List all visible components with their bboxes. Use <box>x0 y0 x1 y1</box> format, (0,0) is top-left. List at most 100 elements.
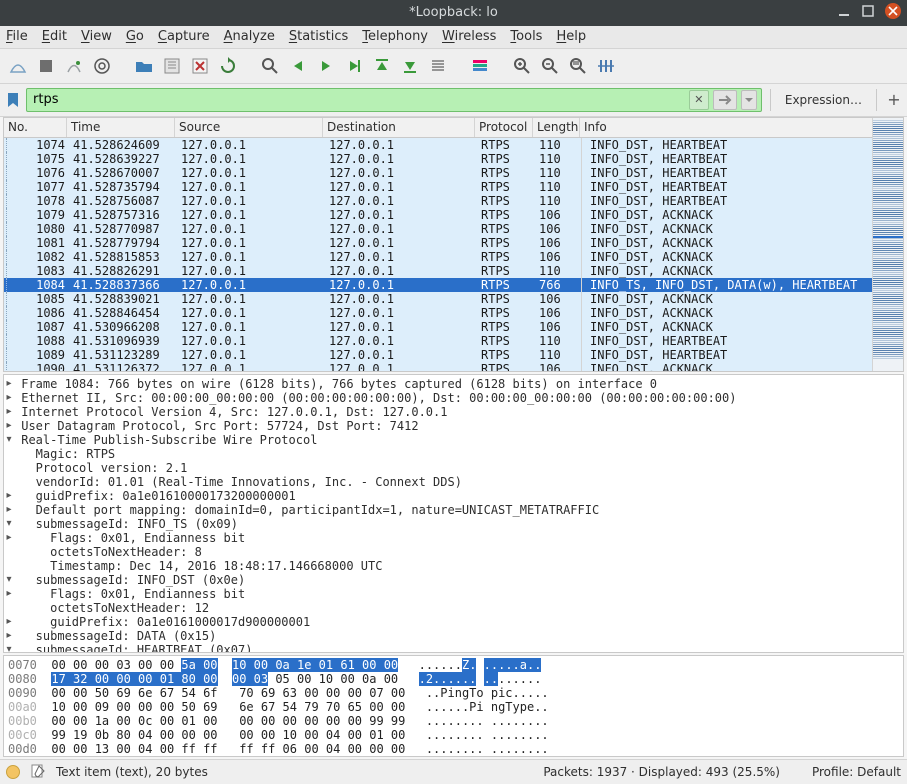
detail-row[interactable]: ▾ submessageId: INFO_DST (0x0e) <box>4 573 903 587</box>
detail-row[interactable]: ▸ Ethernet II, Src: 00:00:00_00:00:00 (0… <box>4 391 903 405</box>
hex-row[interactable]: 0080 17 32 00 00 00 01 80 00 00 03 05 00… <box>8 672 899 686</box>
packet-list-rows[interactable]: 107441.528624609127.0.0.1127.0.0.1RTPS11… <box>4 138 872 371</box>
packet-row[interactable]: 108341.528826291127.0.0.1127.0.0.1RTPS11… <box>4 264 872 278</box>
tree-toggle-icon[interactable]: ▾ <box>4 433 14 447</box>
col-header-source[interactable]: Source <box>175 118 323 137</box>
detail-row[interactable]: ▸ User Datagram Protocol, Src Port: 5772… <box>4 419 903 433</box>
tree-toggle-icon[interactable]: ▸ <box>4 489 14 503</box>
maximize-button[interactable] <box>861 4 875 18</box>
packet-row[interactable]: 108041.528770987127.0.0.1127.0.0.1RTPS10… <box>4 222 872 236</box>
menu-capture[interactable]: Capture <box>158 29 210 44</box>
packet-row[interactable]: 108141.528779794127.0.0.1127.0.0.1RTPS10… <box>4 236 872 250</box>
menu-edit[interactable]: Edit <box>42 29 67 44</box>
detail-row[interactable]: ▸ Default port mapping: domainId=0, part… <box>4 503 903 517</box>
menu-help[interactable]: Help <box>556 29 586 44</box>
detail-row[interactable]: ▸ Flags: 0x01, Endianness bit <box>4 587 903 601</box>
menu-file[interactable]: File <box>6 29 28 44</box>
reload-file-button[interactable] <box>216 54 240 78</box>
go-back-button[interactable] <box>286 54 310 78</box>
hex-row[interactable]: 0090 00 00 50 69 6e 67 54 6f 70 69 63 00… <box>8 686 899 700</box>
packet-details-pane[interactable]: ▸ Frame 1084: 766 bytes on wire (6128 bi… <box>3 374 904 653</box>
tree-toggle-icon[interactable]: ▸ <box>4 391 14 405</box>
detail-row[interactable]: ▾ submessageId: INFO_TS (0x09) <box>4 517 903 531</box>
tree-toggle-icon[interactable]: ▸ <box>4 405 14 419</box>
hex-row[interactable]: 00b0 00 00 1a 00 0c 00 01 00 00 00 00 00… <box>8 714 899 728</box>
detail-row[interactable]: ▸ guidPrefix: 0a1e0161000017d900000001 <box>4 615 903 629</box>
tree-toggle-icon[interactable]: ▸ <box>4 587 14 601</box>
go-to-last-button[interactable] <box>398 54 422 78</box>
close-file-button[interactable] <box>188 54 212 78</box>
menu-wireless[interactable]: Wireless <box>442 29 496 44</box>
menu-go[interactable]: Go <box>126 29 144 44</box>
shark-fin-icon[interactable] <box>6 54 30 78</box>
packet-row[interactable]: 108441.528837366127.0.0.1127.0.0.1RTPS76… <box>4 278 872 292</box>
packet-row[interactable]: 107641.528670007127.0.0.1127.0.0.1RTPS11… <box>4 166 872 180</box>
detail-row[interactable]: ▾ Real-Time Publish-Subscribe Wire Proto… <box>4 433 903 447</box>
save-file-button[interactable] <box>160 54 184 78</box>
packet-row[interactable]: 108541.528839021127.0.0.1127.0.0.1RTPS10… <box>4 292 872 306</box>
expert-info-icon[interactable] <box>6 765 20 779</box>
tree-toggle-icon[interactable]: ▸ <box>4 503 14 517</box>
detail-row[interactable]: ▸ Frame 1084: 766 bytes on wire (6128 bi… <box>4 377 903 391</box>
hex-row[interactable]: 00a0 10 00 09 00 00 00 50 69 6e 67 54 79… <box>8 700 899 714</box>
menu-statistics[interactable]: Statistics <box>289 29 348 44</box>
auto-scroll-button[interactable] <box>426 54 450 78</box>
col-header-info[interactable]: Info <box>580 118 872 137</box>
zoom-out-button[interactable] <box>538 54 562 78</box>
detail-row[interactable]: Timestamp: Dec 14, 2016 18:48:17.1466680… <box>4 559 903 573</box>
restart-capture-button[interactable] <box>62 54 86 78</box>
packet-list-minimap[interactable] <box>872 118 903 371</box>
menu-view[interactable]: View <box>81 29 112 44</box>
filter-dropdown-button[interactable] <box>741 90 757 110</box>
tree-toggle-icon[interactable]: ▾ <box>4 573 14 587</box>
tree-toggle-icon[interactable]: ▸ <box>4 629 14 643</box>
close-button[interactable] <box>885 3 901 19</box>
packet-row[interactable]: 108641.528846454127.0.0.1127.0.0.1RTPS10… <box>4 306 872 320</box>
go-to-packet-button[interactable] <box>342 54 366 78</box>
go-to-first-button[interactable] <box>370 54 394 78</box>
profile-label[interactable]: Profile: Default <box>812 765 901 779</box>
detail-row[interactable]: Protocol version: 2.1 <box>4 461 903 475</box>
col-header-protocol[interactable]: Protocol <box>475 118 533 137</box>
packet-row[interactable]: 108241.528815853127.0.0.1127.0.0.1RTPS10… <box>4 250 872 264</box>
capture-options-button[interactable] <box>90 54 114 78</box>
minimize-button[interactable] <box>837 4 851 18</box>
add-filter-button[interactable]: + <box>885 90 903 109</box>
tree-toggle-icon[interactable]: ▸ <box>4 531 14 545</box>
menu-tools[interactable]: Tools <box>510 29 542 44</box>
tree-toggle-icon[interactable]: ▸ <box>4 377 14 391</box>
packet-row[interactable]: 107841.528756087127.0.0.1127.0.0.1RTPS11… <box>4 194 872 208</box>
edit-capture-comment-icon[interactable] <box>30 763 46 782</box>
col-header-time[interactable]: Time <box>67 118 175 137</box>
packet-row[interactable]: 107541.528639227127.0.0.1127.0.0.1RTPS11… <box>4 152 872 166</box>
detail-row[interactable]: octetsToNextHeader: 12 <box>4 601 903 615</box>
packet-row[interactable]: 107441.528624609127.0.0.1127.0.0.1RTPS11… <box>4 138 872 152</box>
tree-toggle-icon[interactable]: ▾ <box>4 517 14 531</box>
packet-row[interactable]: 108741.530966208127.0.0.1127.0.0.1RTPS10… <box>4 320 872 334</box>
hex-row[interactable]: 0070 00 00 00 03 00 00 5a 00 10 00 0a 1e… <box>8 658 899 672</box>
hex-row[interactable]: 00c0 99 19 0b 80 04 00 00 00 00 00 10 00… <box>8 728 899 742</box>
colorize-button[interactable] <box>468 54 492 78</box>
packet-row[interactable]: 107741.528735794127.0.0.1127.0.0.1RTPS11… <box>4 180 872 194</box>
tree-toggle-icon[interactable]: ▸ <box>4 419 14 433</box>
detail-row[interactable]: Magic: RTPS <box>4 447 903 461</box>
packet-row[interactable]: 109041.531126372127.0.0.1127.0.0.1RTPS10… <box>4 362 872 371</box>
open-file-button[interactable] <box>132 54 156 78</box>
detail-row[interactable]: ▸ guidPrefix: 0a1e01610000173200000001 <box>4 489 903 503</box>
col-header-no[interactable]: No. <box>4 118 67 137</box>
tree-toggle-icon[interactable]: ▾ <box>4 643 14 653</box>
detail-row[interactable]: ▸ Flags: 0x01, Endianness bit <box>4 531 903 545</box>
bookmark-filter-icon[interactable] <box>4 91 22 109</box>
detail-row[interactable]: ▸ submessageId: DATA (0x15) <box>4 629 903 643</box>
packet-row[interactable]: 108841.531096939127.0.0.1127.0.0.1RTPS11… <box>4 334 872 348</box>
display-filter-input[interactable] <box>31 91 685 108</box>
zoom-reset-button[interactable] <box>566 54 590 78</box>
resize-columns-button[interactable] <box>594 54 618 78</box>
detail-row[interactable]: vendorId: 01.01 (Real-Time Innovations, … <box>4 475 903 489</box>
packet-bytes-pane[interactable]: 0070 00 00 00 03 00 00 5a 00 10 00 0a 1e… <box>3 655 904 757</box>
apply-filter-button[interactable] <box>713 90 737 110</box>
tree-toggle-icon[interactable]: ▸ <box>4 615 14 629</box>
expression-button[interactable]: Expression… <box>779 93 868 107</box>
menu-telephony[interactable]: Telephony <box>362 29 428 44</box>
packet-list-header[interactable]: No. Time Source Destination Protocol Len… <box>4 118 872 138</box>
